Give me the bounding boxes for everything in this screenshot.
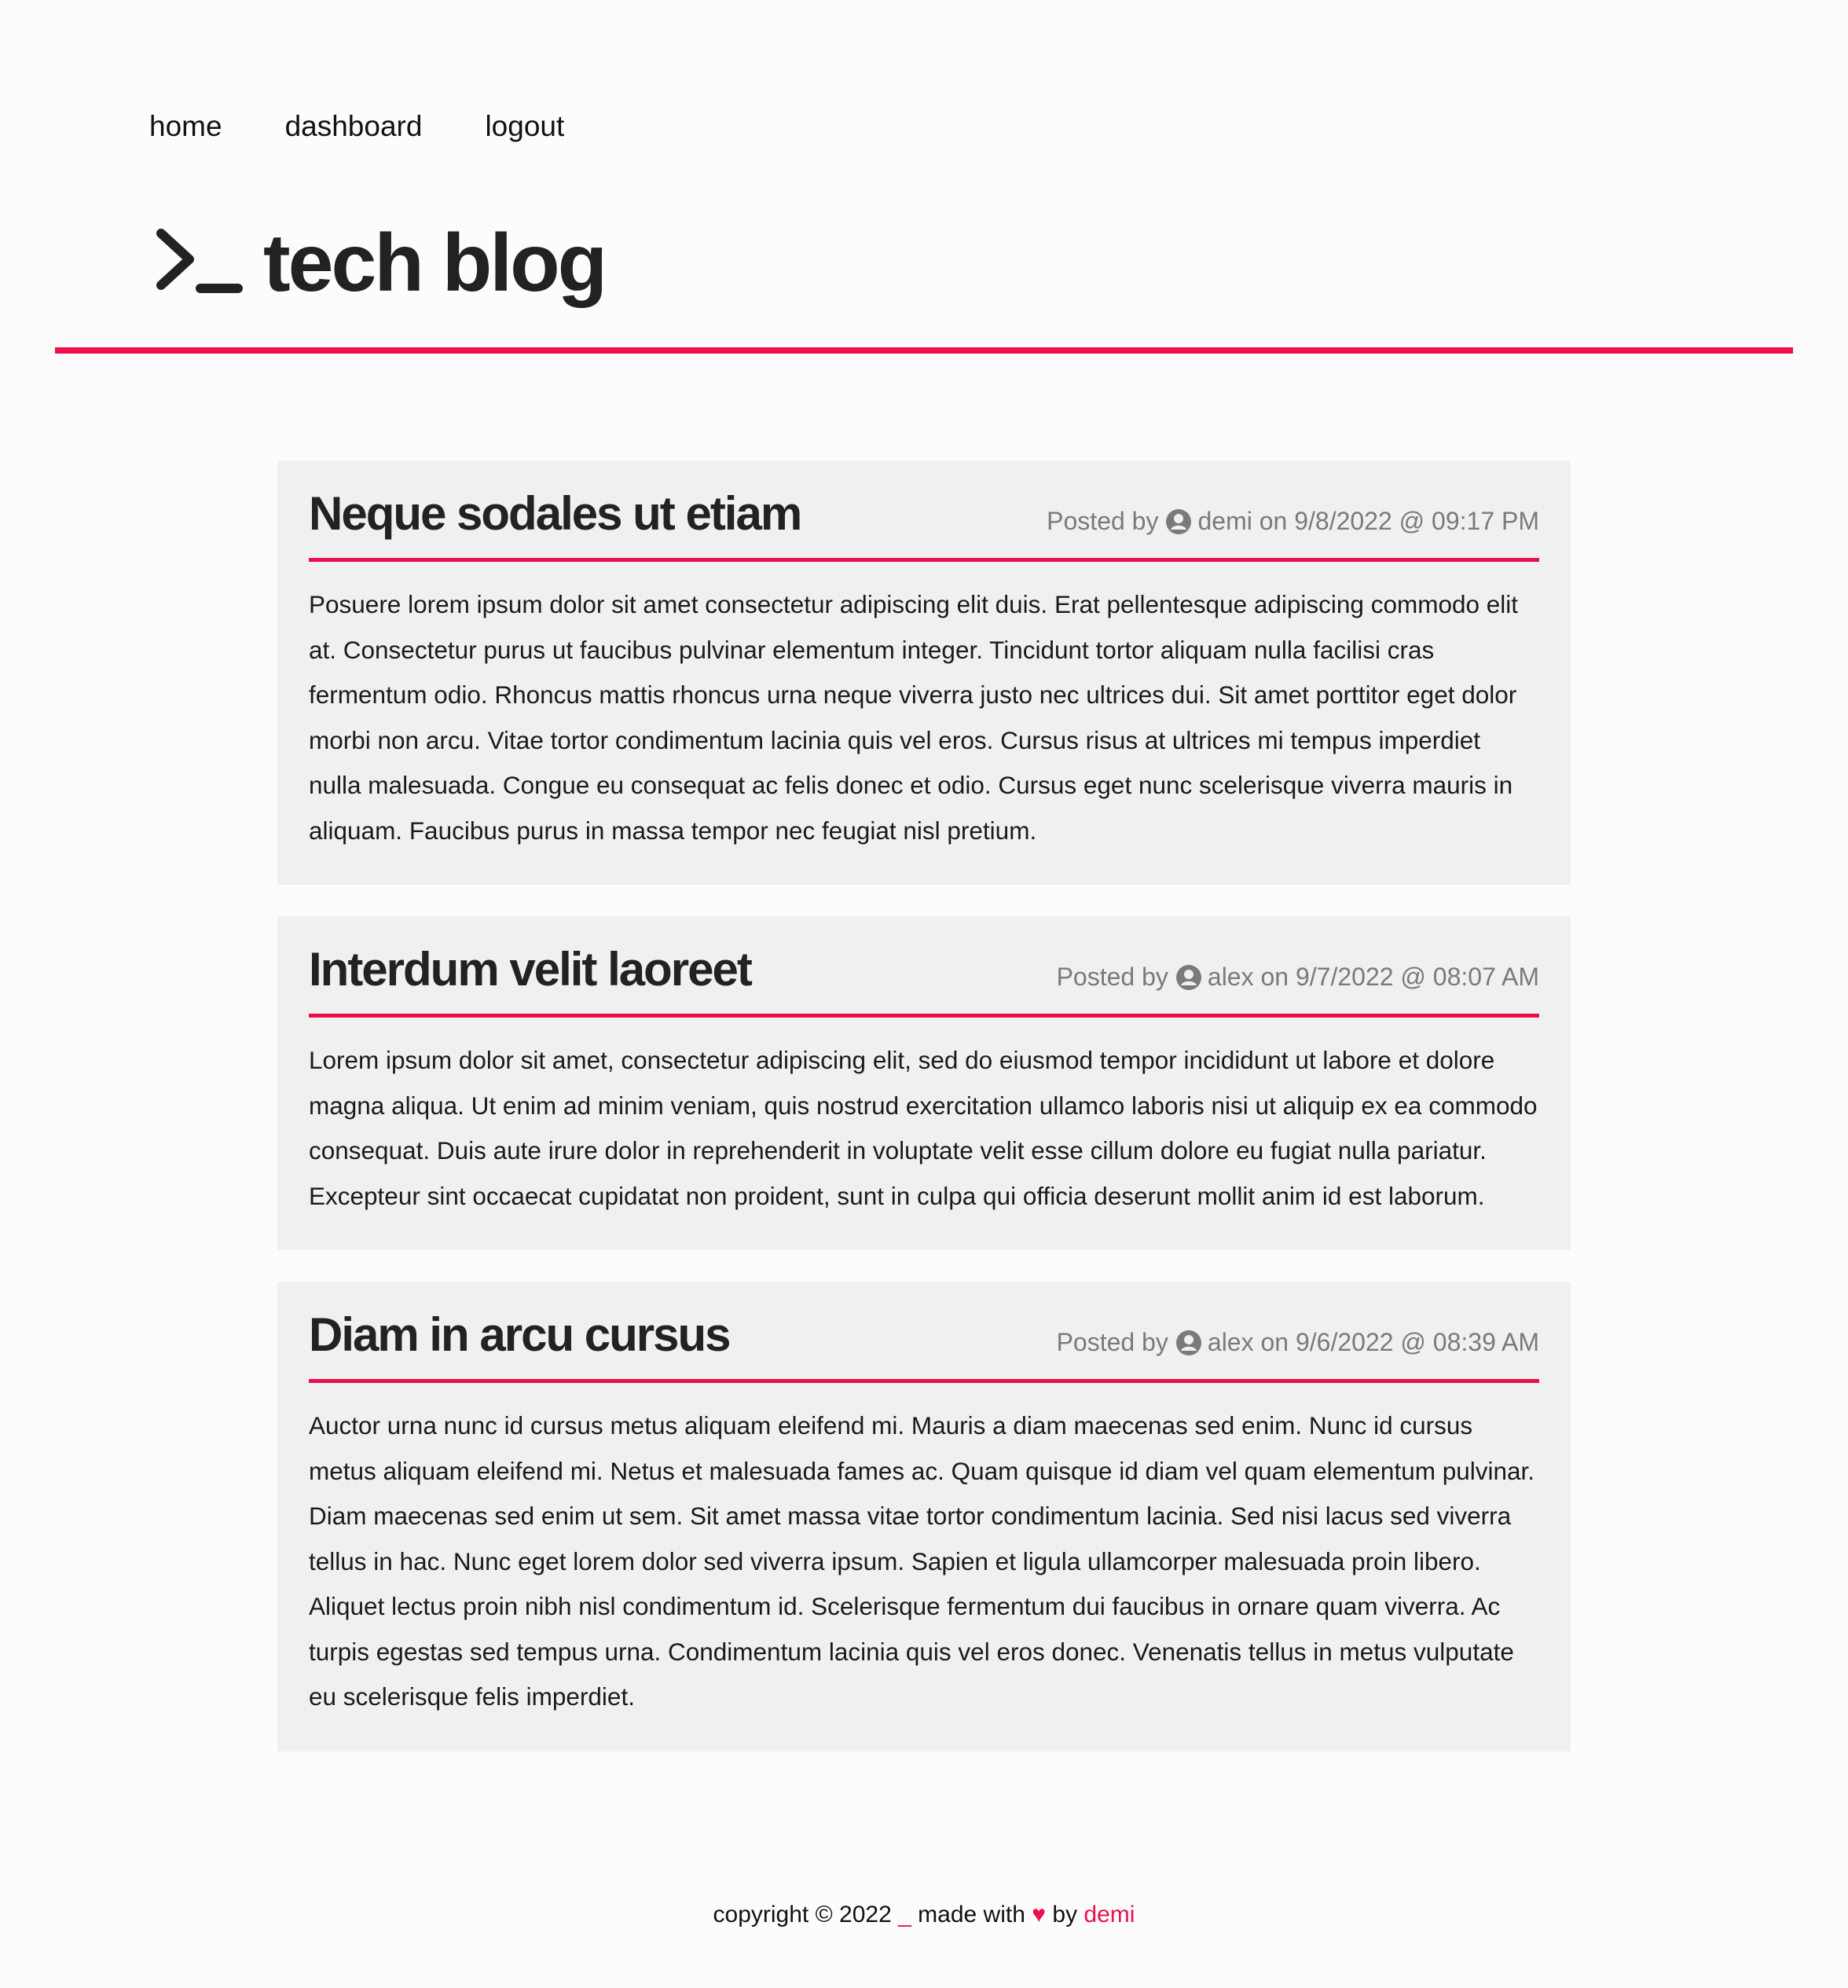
post-title[interactable]: Neque sodales ut etiam (309, 484, 802, 544)
footer-copyright: copyright © 2022 (713, 1902, 892, 1927)
posted-by-label: Posted by (1056, 963, 1168, 991)
user-circle-icon (1175, 964, 1201, 990)
post-body: Posuere lorem ipsum dolor sit amet conse… (309, 590, 1519, 845)
header-divider (55, 347, 1793, 354)
posted-by-label: Posted by (1047, 507, 1159, 535)
post-date: 9/7/2022 @ 08:07 AM (1295, 963, 1539, 991)
post-body: Lorem ipsum dolor sit amet, consectetur … (309, 1046, 1538, 1210)
site-header: tech blog (153, 216, 607, 310)
post-meta: Posted by alex on 9/7/2022 @ 08:07 AM (1057, 963, 1539, 992)
footer-author-link[interactable]: demi (1084, 1902, 1135, 1927)
post-body: Auctor urna nunc id cursus metus aliquam… (309, 1411, 1535, 1711)
post-meta: Posted by alex on 9/6/2022 @ 08:39 AM (1057, 1328, 1539, 1357)
on-label: on (1259, 507, 1288, 535)
post-header: Diam in arcu cursus Posted by alex on 9/… (309, 1305, 1539, 1383)
post-meta: Posted by demi on 9/8/2022 @ 09:17 PM (1047, 507, 1539, 536)
post-header: Interdum velit laoreet Posted by alex on… (309, 940, 1539, 1018)
post-date: 9/8/2022 @ 09:17 PM (1294, 507, 1539, 535)
post-header: Neque sodales ut etiam Posted by demi on… (309, 484, 1539, 562)
on-label: on (1260, 963, 1289, 991)
footer-made-with: made with (918, 1902, 1025, 1927)
post-title[interactable]: Interdum velit laoreet (309, 940, 753, 1000)
user-circle-icon (1175, 1330, 1201, 1355)
post-card: Neque sodales ut etiam Posted by demi on… (277, 460, 1571, 885)
post-card: Diam in arcu cursus Posted by alex on 9/… (277, 1282, 1571, 1751)
post-author: alex (1207, 1328, 1254, 1356)
post-list: Neque sodales ut etiam Posted by demi on… (277, 460, 1571, 1783)
terminal-prompt-icon (156, 229, 243, 293)
footer-underscore: _ (898, 1902, 911, 1927)
user-circle-icon (1166, 508, 1192, 534)
post-card: Interdum velit laoreet Posted by alex on… (277, 916, 1571, 1250)
page: home dashboard logout tech blog Neque so… (0, 0, 1848, 1988)
posted-by-label: Posted by (1056, 1328, 1168, 1356)
nav-dashboard-link[interactable]: dashboard (285, 105, 423, 149)
on-label: on (1260, 1328, 1289, 1356)
post-author: alex (1207, 963, 1254, 991)
main-nav: home dashboard logout (149, 105, 627, 149)
post-title[interactable]: Diam in arcu cursus (309, 1305, 732, 1365)
post-date: 9/6/2022 @ 08:39 AM (1295, 1328, 1539, 1356)
post-author: demi (1197, 507, 1252, 535)
site-title[interactable]: tech blog (263, 216, 607, 310)
nav-logout-link[interactable]: logout (485, 105, 564, 149)
nav-home-link[interactable]: home (149, 105, 222, 149)
footer-by: by (1052, 1902, 1078, 1927)
heart-icon: ♥ (1032, 1902, 1047, 1927)
site-footer: copyright © 2022 _ made with ♥ by demi (0, 1902, 1848, 1928)
